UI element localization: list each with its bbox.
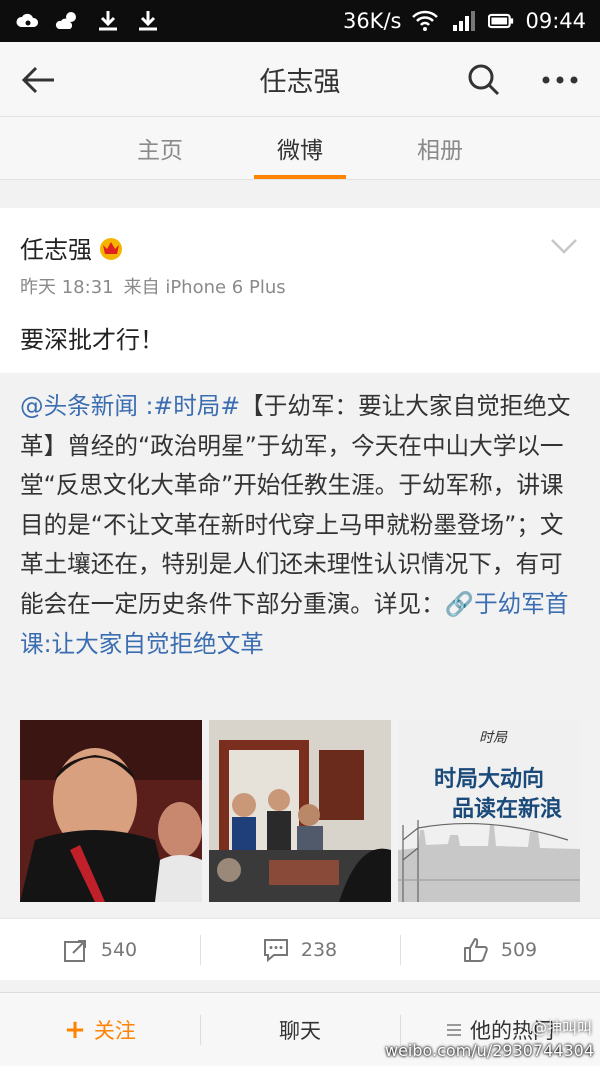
wifi-icon <box>411 8 439 34</box>
nav-bar: 任志强 <box>0 42 600 116</box>
vip-crown-icon <box>98 235 124 261</box>
network-speed: 36K/s <box>342 9 402 33</box>
post-image-3[interactable]: 时局 时局大动向 品读在新浪 <box>398 720 580 902</box>
chevron-down-icon[interactable] <box>548 234 580 258</box>
repost-button[interactable]: 540 <box>0 919 200 980</box>
reposted-content[interactable]: @头条新闻 :#时局#【于幼军：要让大家自觉拒绝文革】曾经的“政治明星”于幼军，… <box>0 373 600 918</box>
more-button[interactable] <box>538 60 582 100</box>
like-button[interactable]: 509 <box>400 919 600 980</box>
link-icon: 🔗 <box>444 589 475 618</box>
status-bar: 36K/s 09:44 <box>0 0 600 42</box>
search-icon <box>468 64 500 96</box>
cloud-icon <box>14 8 42 34</box>
signal-icon <box>449 8 477 34</box>
post-source: 来自 iPhone 6 Plus <box>123 277 286 298</box>
chat-label: 聊天 <box>279 1018 321 1043</box>
tab-weibo[interactable]: 微博 <box>254 117 346 179</box>
image3-line1: 时局大动向 <box>434 766 544 792</box>
comment-count: 238 <box>300 938 338 961</box>
back-arrow-icon <box>21 66 54 94</box>
menu-icon <box>447 1023 461 1036</box>
mention-link[interactable]: @头条新闻 <box>20 392 138 420</box>
post-text: 要深批才行！ <box>20 326 164 354</box>
comment-icon <box>263 938 288 962</box>
profile-tabs: 主页 微博 相册 <box>0 116 600 180</box>
author-name[interactable]: 任志强 <box>20 230 92 265</box>
follow-label: 关注 <box>93 1018 136 1043</box>
weather-icon <box>54 8 82 34</box>
mention-separator: : <box>137 392 154 420</box>
battery-icon <box>487 8 515 34</box>
hashtag-link[interactable]: #时局# <box>153 392 240 420</box>
image-grid: 时局 时局大动向 品读在新浪 <box>20 720 580 902</box>
download-icon <box>134 8 162 34</box>
repost-icon <box>63 939 86 962</box>
post-image-1[interactable] <box>20 720 202 902</box>
like-count: 509 <box>500 938 538 961</box>
post-card[interactable]: 任志强 昨天 18:31 来自 iPhone 6 Plus 要深批才行！ @头条… <box>0 208 600 918</box>
post-actions: 540 238 509 <box>0 918 600 980</box>
svg-text:时局: 时局 <box>479 730 508 746</box>
tab-album[interactable]: 相册 <box>394 117 486 179</box>
thumbs-up-icon <box>463 937 488 962</box>
page-title: 任志强 <box>259 66 341 98</box>
repost-text: @头条新闻 :#时局#【于幼军：要让大家自觉拒绝文革】曾经的“政治明星”于幼军，… <box>20 387 585 664</box>
tab-home[interactable]: 主页 <box>114 117 206 179</box>
repost-body: 【于幼军：要让大家自觉拒绝文革】曾经的“政治明星”于幼军，今天在中山大学以一堂“… <box>20 392 571 618</box>
clock: 09:44 <box>525 9 586 33</box>
post-header: 任志强 昨天 18:31 来自 iPhone 6 Plus <box>20 230 580 300</box>
post-image-2[interactable] <box>209 720 391 902</box>
follow-button[interactable]: + 关注 <box>0 993 200 1066</box>
watermark-url: weibo.com/u/2930744304 <box>384 1041 594 1060</box>
image3-line2: 品读在新浪 <box>452 796 562 822</box>
back-button[interactable] <box>18 60 58 100</box>
post-time: 昨天 18:31 <box>20 277 114 298</box>
repost-count: 540 <box>100 938 138 961</box>
download-icon <box>94 8 122 34</box>
bottom-bar: + 关注 聊天 他的热门 @抻叫叫 weibo.com/u/2930744304 <box>0 992 600 1066</box>
chat-button[interactable]: 聊天 <box>200 993 400 1066</box>
plus-icon: + <box>64 1014 86 1045</box>
watermark-user: @抻叫叫 <box>531 1019 592 1037</box>
more-icon <box>542 76 578 84</box>
comment-button[interactable]: 238 <box>200 919 400 980</box>
search-button[interactable] <box>464 60 504 100</box>
